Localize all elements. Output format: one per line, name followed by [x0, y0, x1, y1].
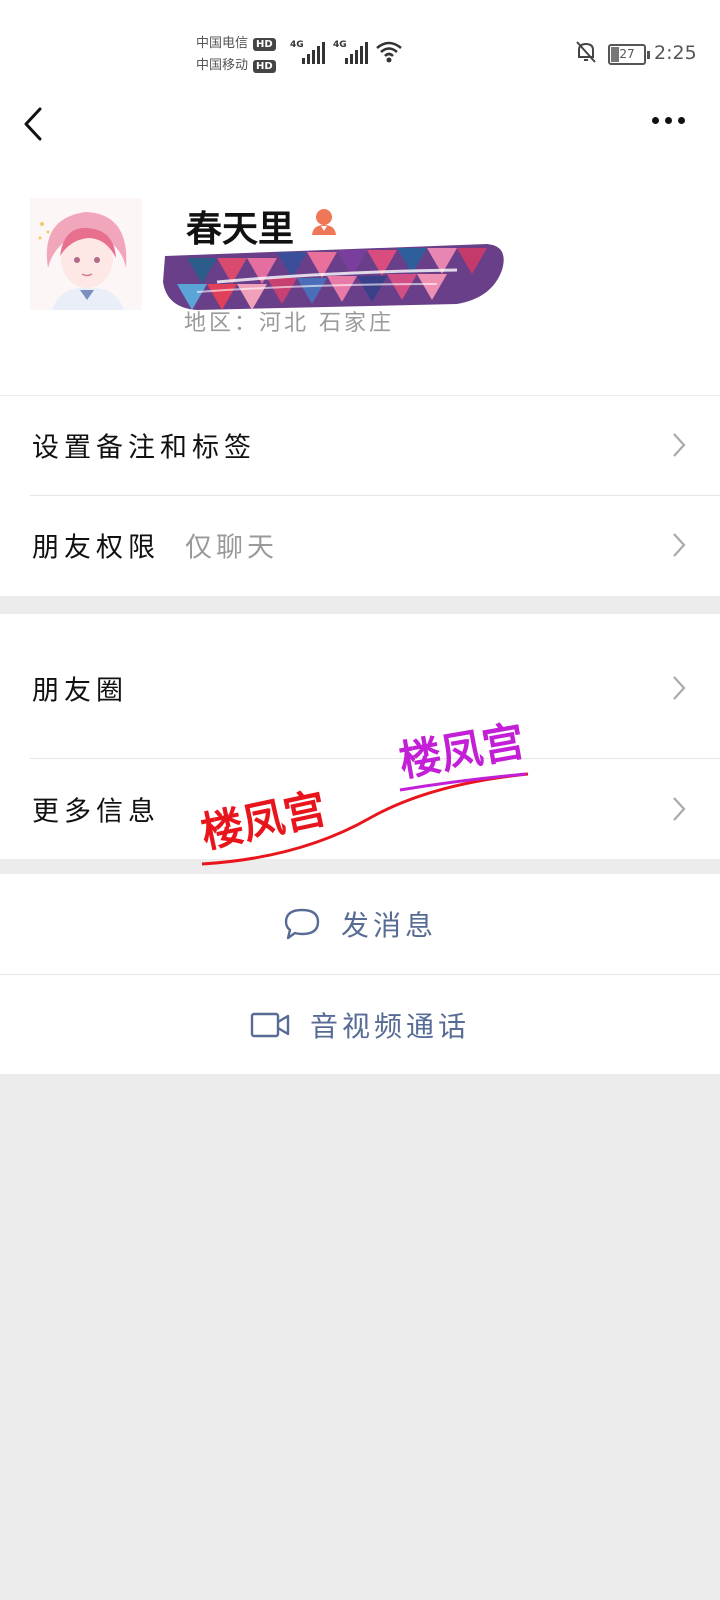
send-message-label: 发消息 [340, 909, 437, 942]
more-info-label: 更多信息 [32, 796, 160, 828]
video-call-button[interactable]: 音视频通话 [0, 975, 720, 1075]
chat-bubble-icon [284, 908, 320, 940]
hd-badge-1: HD [253, 37, 276, 51]
battery-level: 27 [619, 47, 635, 61]
signal-2-icon [345, 38, 368, 64]
friend-permission-label: 朋友权限 [32, 532, 160, 564]
bell-muted-icon [576, 41, 596, 63]
friend-permission-row[interactable]: 朋友权限 仅聊天 [0, 496, 720, 594]
carrier-2: 中国移动 [196, 58, 249, 73]
settings-section: 设置备注和标签 朋友权限 仅聊天 [0, 396, 720, 596]
watermark: 楼凤宫 楼凤宫 [200, 718, 529, 866]
female-gender-icon [312, 209, 336, 235]
actions-section: 发消息 音视频通话 [0, 874, 720, 1074]
video-call-label: 音视频通话 [309, 1010, 470, 1043]
watermark-text-red: 楼凤宫 [200, 785, 330, 857]
hd-badge-2: HD [253, 59, 276, 73]
set-remark-tag-row[interactable]: 设置备注和标签 [0, 396, 720, 494]
chevron-right-icon [673, 433, 686, 457]
set-remark-tag-label: 设置备注和标签 [32, 432, 256, 464]
battery-icon: 27 [608, 44, 650, 65]
chevron-right-icon [673, 676, 686, 700]
video-camera-icon [250, 1012, 290, 1038]
friend-permission-value: 仅聊天 [185, 532, 278, 564]
moments-label: 朋友圈 [32, 675, 128, 707]
clock: 2:25 [654, 42, 697, 64]
carrier-info: 中国电信 HD 中国移动 HD [196, 33, 276, 77]
avatar[interactable] [30, 198, 142, 310]
signal-1-icon [302, 38, 325, 64]
back-arrow-icon[interactable] [22, 106, 44, 142]
wifi-icon [376, 41, 402, 63]
send-message-button[interactable]: 发消息 [0, 874, 720, 974]
redaction-scribble [163, 244, 504, 310]
chevron-right-icon [673, 797, 686, 821]
carrier-1: 中国电信 [196, 36, 249, 51]
more-options-icon[interactable] [652, 117, 685, 124]
chevron-right-icon [673, 533, 686, 557]
